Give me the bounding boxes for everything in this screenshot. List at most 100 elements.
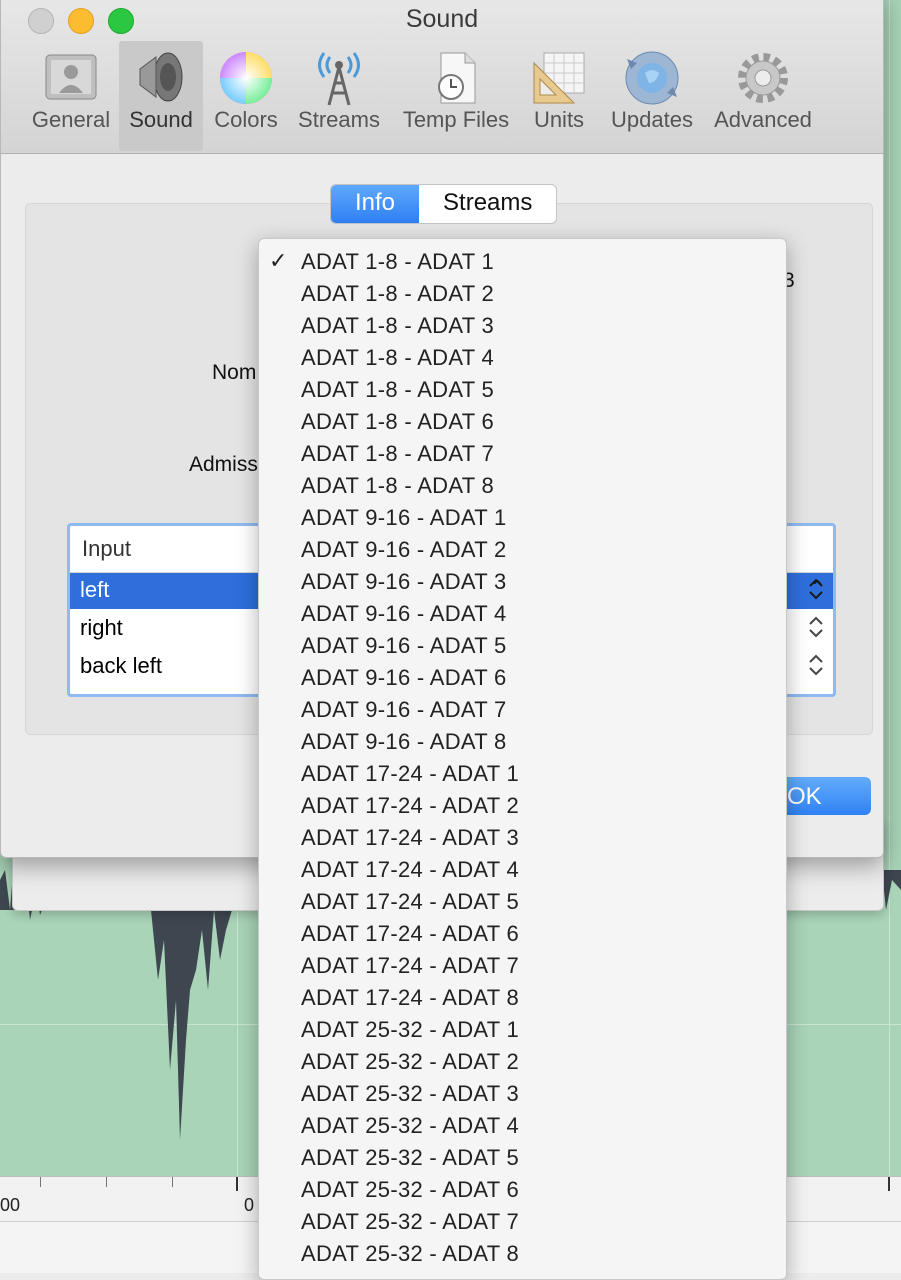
- menu-item[interactable]: ADAT 1-8 - ADAT 7: [259, 439, 786, 471]
- menu-item[interactable]: ADAT 17-24 - ADAT 2: [259, 791, 786, 823]
- menu-item-label: ADAT 9-16 - ADAT 6: [301, 665, 507, 690]
- menu-item[interactable]: ADAT 25-32 - ADAT 3: [259, 1079, 786, 1111]
- toolbar-general[interactable]: General: [23, 41, 119, 151]
- toolbar-advanced[interactable]: Advanced: [709, 41, 817, 151]
- menu-item[interactable]: ADAT 17-24 - ADAT 7: [259, 951, 786, 983]
- menu-item[interactable]: ADAT 9-16 - ADAT 7: [259, 695, 786, 727]
- menu-item[interactable]: ADAT 17-24 - ADAT 3: [259, 823, 786, 855]
- ruler-label: 00: [0, 1195, 21, 1215]
- menu-item[interactable]: ADAT 25-32 - ADAT 1: [259, 1015, 786, 1047]
- menu-item-label: ADAT 1-8 - ADAT 6: [301, 409, 494, 434]
- menu-item[interactable]: ADAT 25-32 - ADAT 8: [259, 1239, 786, 1271]
- ruler-triangle-icon: [533, 52, 585, 104]
- menu-item[interactable]: ADAT 25-32 - ADAT 2: [259, 1047, 786, 1079]
- toolbar-label: Sound: [129, 107, 193, 132]
- menu-item[interactable]: ADAT 1-8 - ADAT 5: [259, 375, 786, 407]
- menu-item-label: ADAT 9-16 - ADAT 5: [301, 633, 507, 658]
- menu-item-label: ADAT 25-32 - ADAT 5: [301, 1145, 520, 1170]
- toolbar-sound[interactable]: Sound: [119, 41, 203, 151]
- menu-item[interactable]: ADAT 1-8 - ADAT 2: [259, 279, 786, 311]
- menu-item[interactable]: ADAT 9-16 - ADAT 4: [259, 599, 786, 631]
- menu-item-label: ADAT 17-24 - ADAT 6: [301, 921, 520, 946]
- channel-name: back left: [80, 653, 162, 678]
- menu-item-label: ADAT 9-16 - ADAT 8: [301, 729, 507, 754]
- popup-stepper-icons[interactable]: [807, 578, 825, 688]
- tab-control: Info Streams: [330, 184, 558, 224]
- channel-name: left: [80, 577, 110, 602]
- menu-item-label: ADAT 17-24 - ADAT 7: [301, 953, 520, 978]
- gear-icon: [738, 53, 788, 103]
- menu-item-label: ADAT 1-8 - ADAT 4: [301, 345, 494, 370]
- menu-item-label: ADAT 17-24 - ADAT 8: [301, 985, 520, 1010]
- toolbar-label: Updates: [611, 107, 693, 132]
- menu-item[interactable]: ADAT 17-24 - ADAT 1: [259, 759, 786, 791]
- menu-item-label: ADAT 1-8 - ADAT 5: [301, 377, 494, 402]
- menu-item-label: ADAT 17-24 - ADAT 2: [301, 793, 520, 818]
- toolbar-streams[interactable]: Streams: [291, 41, 387, 151]
- toolbar-label: Colors: [214, 107, 278, 132]
- channel-popup-menu: ✓ ADAT 1-8 - ADAT 1 ADAT 1-8 - ADAT 2 ADAT …: [258, 238, 787, 1280]
- tab-info[interactable]: Info: [331, 185, 420, 223]
- ruler-tick: [888, 1177, 890, 1191]
- toolbar-temp-files[interactable]: Temp Files: [397, 41, 515, 151]
- speaker-icon: [139, 52, 183, 102]
- menu-item[interactable]: ADAT 1-8 - ADAT 8: [259, 471, 786, 503]
- toolbar-units[interactable]: Units: [525, 41, 593, 151]
- menu-item[interactable]: ADAT 9-16 - ADAT 5: [259, 631, 786, 663]
- menu-item-label: ADAT 9-16 - ADAT 3: [301, 569, 507, 594]
- ruler-tick: [172, 1177, 173, 1187]
- antenna-icon: [318, 52, 360, 106]
- menu-item-label: ADAT 9-16 - ADAT 1: [301, 505, 507, 530]
- menu-item[interactable]: ADAT 17-24 - ADAT 8: [259, 983, 786, 1015]
- menu-item-label: ADAT 25-32 - ADAT 6: [301, 1177, 520, 1202]
- menu-item[interactable]: ADAT 1-8 - ADAT 6: [259, 407, 786, 439]
- toolbar-label: Advanced: [714, 107, 812, 132]
- menu-item-label: ADAT 1-8 - ADAT 8: [301, 473, 494, 498]
- menu-item-label: ADAT 1-8 - ADAT 3: [301, 313, 494, 338]
- menu-item[interactable]: ADAT 25-32 - ADAT 4: [259, 1111, 786, 1143]
- menu-item-label: ADAT 9-16 - ADAT 2: [301, 537, 507, 562]
- menu-item-label: ADAT 17-24 - ADAT 1: [301, 761, 520, 786]
- menu-item-label: ADAT 9-16 - ADAT 4: [301, 601, 507, 626]
- menu-item[interactable]: ADAT 9-16 - ADAT 1: [259, 503, 786, 535]
- refresh-globe-icon: [625, 51, 679, 105]
- toolbar-label: Streams: [298, 107, 380, 132]
- tab-streams[interactable]: Streams: [419, 185, 556, 223]
- checkmark-icon: ✓: [269, 248, 288, 273]
- toolbar-updates[interactable]: Updates: [605, 41, 699, 151]
- toolbar-label: Temp Files: [402, 107, 510, 132]
- menu-item[interactable]: ADAT 9-16 - ADAT 2: [259, 535, 786, 567]
- menu-item[interactable]: ADAT 25-32 - ADAT 5: [259, 1143, 786, 1175]
- menu-item[interactable]: ADAT 1-8 - ADAT 4: [259, 343, 786, 375]
- menu-item[interactable]: ADAT 17-24 - ADAT 4: [259, 855, 786, 887]
- ruler-tick: [40, 1177, 41, 1187]
- menu-item[interactable]: ADAT 25-32 - ADAT 7: [259, 1207, 786, 1239]
- color-wheel-icon: [220, 52, 272, 104]
- menu-item-label: ADAT 1-8 - ADAT 1: [301, 249, 494, 274]
- menu-item[interactable]: ADAT 9-16 - ADAT 8: [259, 727, 786, 759]
- menu-item-label: ADAT 25-32 - ADAT 4: [301, 1113, 520, 1138]
- channel-name: right: [80, 615, 123, 640]
- window-title: Sound: [405, 5, 479, 33]
- menu-item[interactable]: ADAT 9-16 - ADAT 6: [259, 663, 786, 695]
- menu-item-label: ADAT 1-8 - ADAT 2: [301, 281, 494, 306]
- menu-item-label: ADAT 25-32 - ADAT 7: [301, 1209, 520, 1234]
- menu-item-label: ADAT 25-32 - ADAT 1: [301, 1017, 520, 1042]
- menu-item-label: ADAT 17-24 - ADAT 4: [301, 857, 520, 882]
- toolbar-label: Units: [533, 107, 585, 132]
- menu-item[interactable]: ADAT 17-24 - ADAT 5: [259, 887, 786, 919]
- menu-item[interactable]: ADAT 1-8 - ADAT 3: [259, 311, 786, 343]
- admission-label: Admiss: [189, 453, 258, 476]
- clock-document-icon: [438, 52, 476, 104]
- menu-item-label: ADAT 25-32 - ADAT 8: [301, 1241, 520, 1266]
- menu-item-label: ADAT 25-32 - ADAT 2: [301, 1049, 520, 1074]
- menu-item[interactable]: ADAT 9-16 - ADAT 3: [259, 567, 786, 599]
- menu-item-label: ADAT 9-16 - ADAT 7: [301, 697, 507, 722]
- menu-item-label: ADAT 25-32 - ADAT 3: [301, 1081, 520, 1106]
- ruler-tick: [236, 1177, 238, 1191]
- menu-item[interactable]: ADAT 17-24 - ADAT 6: [259, 919, 786, 951]
- menu-item[interactable]: ✓ ADAT 1-8 - ADAT 1: [259, 247, 786, 279]
- ok-label: OK: [787, 783, 822, 810]
- menu-item[interactable]: ADAT 25-32 - ADAT 6: [259, 1175, 786, 1207]
- toolbar-colors[interactable]: Colors: [207, 41, 285, 151]
